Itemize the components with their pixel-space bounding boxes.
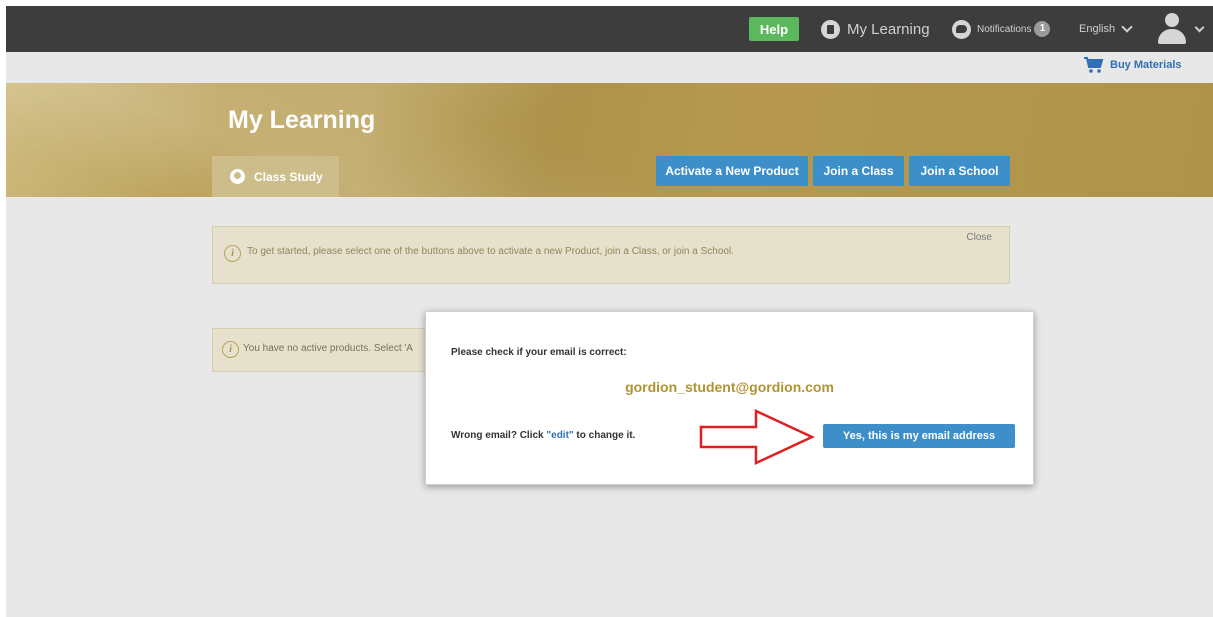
nav-notifications-label: Notifications [977,23,1032,35]
chevron-down-icon [1121,21,1133,33]
tab-class-study-label: Class Study [254,169,323,184]
buy-materials-link[interactable]: Buy Materials [1083,56,1182,74]
confirm-email-button[interactable]: Yes, this is my email address [823,424,1015,448]
buy-materials-label: Buy Materials [1110,59,1182,71]
app-frame: Help My Learning Notifications 1 English [6,6,1213,617]
class-study-icon [230,169,245,184]
email-address: gordion_student@gordion.com [625,379,834,395]
language-label: English [1079,23,1116,35]
nav-notifications[interactable]: Notifications 1 [952,6,1051,52]
info-icon: i [224,245,241,262]
nav-my-learning[interactable]: My Learning [821,6,930,52]
wrong-email-suffix: to change it. [573,430,636,441]
no-products-notice: i You have no active products. Select 'A [212,328,430,372]
book-icon [821,19,840,39]
top-navigation: Help My Learning Notifications 1 English [6,6,1213,52]
wrong-email-text: Wrong email? Click "edit" to change it. [451,430,635,441]
page-banner: My Learning Class Study Activate a New P… [6,83,1213,197]
getting-started-text: To get started, please select one of the… [247,246,734,257]
chat-bubble-icon [952,19,971,39]
getting-started-notice: i To get started, please select one of t… [212,226,1010,284]
language-selector[interactable]: English [1079,6,1133,52]
join-class-button[interactable]: Join a Class [813,156,904,186]
tab-class-study[interactable]: Class Study [212,156,339,197]
user-avatar-icon[interactable] [1155,11,1189,47]
no-products-text: You have no active products. Select 'A [243,343,413,354]
activate-product-button[interactable]: Activate a New Product [656,156,808,186]
info-icon: i [222,341,239,358]
red-arrow-icon [699,409,815,465]
nav-my-learning-label: My Learning [847,20,930,38]
wrong-email-prefix: Wrong email? Click [451,430,547,441]
page-title: My Learning [228,106,376,134]
dialog-title: Please check if your email is correct: [451,347,627,358]
close-notice-link[interactable]: Close [966,232,992,243]
join-school-button[interactable]: Join a School [909,156,1010,186]
sub-bar: Buy Materials [6,52,1213,83]
help-button[interactable]: Help [749,17,799,41]
shopping-cart-icon [1084,57,1104,73]
edit-email-link[interactable]: "edit" [546,430,573,441]
user-menu-chevron-down-icon[interactable] [1194,22,1205,33]
email-confirm-dialog: Please check if your email is correct: g… [425,311,1034,485]
notifications-count-badge: 1 [1034,21,1051,37]
